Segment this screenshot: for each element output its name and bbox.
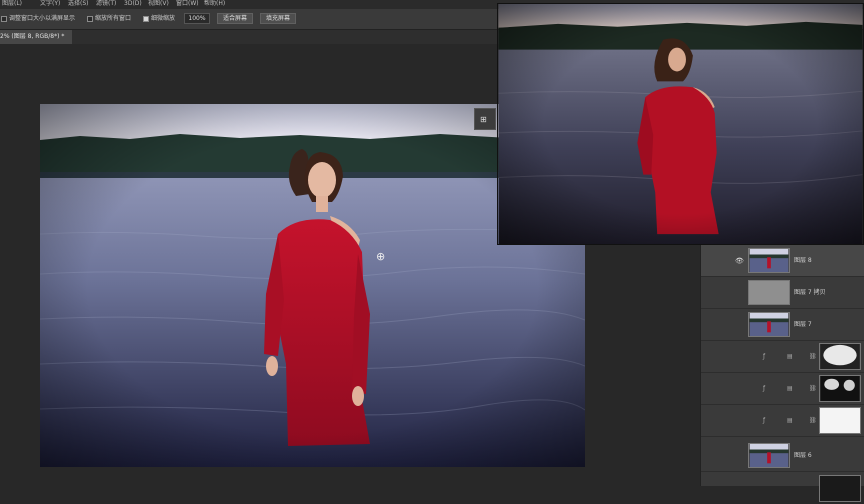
adjustment-icon: ▤ <box>787 353 793 360</box>
adjustment-icon: ▤ <box>787 385 793 392</box>
adjustment-layer-row[interactable]: ƒ ▤ ⛓ <box>701 373 864 405</box>
chain-icon: ⛓ <box>809 385 817 392</box>
layer-mask-thumbnail <box>819 343 861 370</box>
menu-item-filter[interactable]: 滤镜(T) <box>96 0 116 8</box>
adjustment-icon: ▤ <box>787 417 793 424</box>
layer-link-icon: ƒ <box>763 417 766 424</box>
visibility-toggle-empty[interactable] <box>735 452 743 460</box>
menu-item-window[interactable]: 窗口(W) <box>176 0 199 8</box>
hand-icon: ⊞ <box>480 115 487 124</box>
hand-tool-chip[interactable]: ⊞ <box>474 108 496 130</box>
chain-icon: ⛓ <box>809 353 817 360</box>
layer-row-8[interactable]: 👁 图层 8 <box>701 245 864 277</box>
scrubby-zoom-checkbox[interactable] <box>143 16 149 22</box>
layer-name[interactable]: 图层 7 拷贝 <box>794 288 826 298</box>
menu-item-view[interactable]: 视图(V) <box>148 0 169 8</box>
visibility-toggle-empty[interactable] <box>735 321 743 329</box>
layer-mask-thumbnail <box>819 375 861 402</box>
reference-photo <box>497 3 864 245</box>
menu-item-layer[interactable]: 图层(L) <box>2 0 22 8</box>
menu-item-help[interactable]: 帮助(H) <box>204 0 225 8</box>
resize-windows-checkbox[interactable] <box>1 16 7 22</box>
resize-windows-label: 调整窗口大小以满屏显示 <box>9 15 76 22</box>
layer-thumbnail <box>748 443 790 468</box>
document-tab[interactable]: 2% (图层 8, RGB/8*) * <box>0 30 72 44</box>
visibility-eye-icon[interactable]: 👁 <box>735 257 744 265</box>
menu-item-select[interactable]: 选择(S) <box>68 0 89 8</box>
adjustment-layer-row[interactable]: ƒ ▤ ⛓ <box>701 341 864 373</box>
layer-thumbnail <box>748 248 790 273</box>
layer-row-7-copy[interactable]: 图层 7 拷贝 <box>701 277 864 309</box>
layer-name[interactable]: 图层 7 <box>794 320 812 330</box>
layers-panel: 👁 图层 8 图层 7 拷贝 图层 7 ƒ ▤ ⛓ ƒ ▤ ⛓ ƒ ▤ ⛓ 图层… <box>700 245 864 502</box>
layer-name[interactable]: 图层 8 <box>794 256 812 266</box>
layer-link-icon: ƒ <box>763 385 766 392</box>
layer-name[interactable]: 图层 6 <box>794 451 812 461</box>
zoom-all-windows-checkbox[interactable] <box>87 16 93 22</box>
zoom-percent-field[interactable]: 100% <box>184 13 210 24</box>
layer-mask-thumbnail <box>819 475 861 502</box>
adjustment-layer-row[interactable]: ƒ ▤ ⛓ <box>701 405 864 437</box>
menu-item-type[interactable]: 文字(Y) <box>40 0 60 8</box>
layer-mask-thumbnail <box>819 407 861 434</box>
layer-row-6[interactable]: 图层 6 <box>701 440 864 472</box>
layer-thumbnail <box>748 280 790 305</box>
layer-link-icon: ƒ <box>763 353 766 360</box>
chain-icon: ⛓ <box>809 417 817 424</box>
fit-screen-button[interactable]: 适合屏幕 <box>217 13 253 24</box>
layer-thumbnail <box>748 312 790 337</box>
visibility-toggle-empty[interactable] <box>735 289 743 297</box>
fill-screen-button[interactable]: 填充屏幕 <box>260 13 296 24</box>
scrubby-zoom-label: 细微缩放 <box>151 15 176 22</box>
layer-row-7[interactable]: 图层 7 <box>701 309 864 341</box>
menu-item-3d[interactable]: 3D(D) <box>124 0 142 8</box>
layer-row-partial[interactable] <box>701 472 864 504</box>
zoom-cursor-icon: ⊕ <box>376 250 386 263</box>
zoom-all-windows-label: 缩放所有窗口 <box>95 15 132 22</box>
